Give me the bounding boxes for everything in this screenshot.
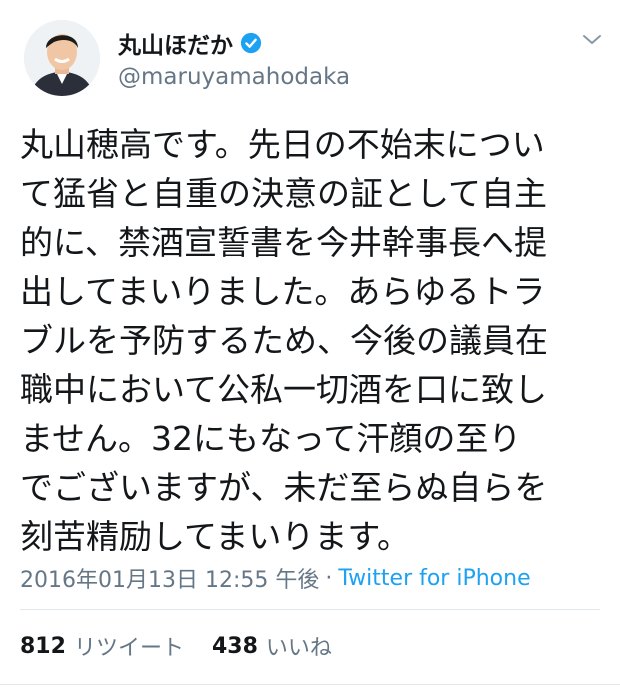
avatar[interactable]: [24, 20, 100, 96]
tweet-line: 丸山穂高です。先日の不始末につい: [20, 125, 545, 164]
chevron-down-icon[interactable]: [579, 28, 605, 50]
author-name-row: 丸山ほだか: [118, 26, 262, 60]
tweet-meta: 2016年01月13日 12:55 午後 · Twitter for iPhon…: [20, 562, 531, 594]
display-name[interactable]: 丸山ほだか: [118, 26, 233, 60]
tweet-line: て猛省と自重の決意の証として自主: [20, 174, 548, 213]
user-handle[interactable]: @maruyamahodaka: [118, 64, 350, 90]
retweet-count[interactable]: 812: [20, 634, 66, 659]
tweet-line: 刻苦精励してまいります。: [20, 517, 411, 556]
source-link[interactable]: Twitter for iPhone: [338, 566, 530, 591]
like-label[interactable]: いいね: [266, 630, 332, 662]
meta-separator: ·: [325, 565, 333, 591]
tweet-line: 的に、禁酒宣誓書を今井幹事長へ提: [20, 223, 548, 262]
divider: [20, 609, 600, 610]
bottom-divider: [0, 684, 620, 685]
tweet-line: 職中において公私一切酒を口に致し: [20, 370, 548, 409]
tweet-line: ません。32にもなって汗顔の至り: [20, 419, 522, 458]
tweet-line: でございますが、未だ至らぬ自らを: [20, 468, 548, 507]
retweet-label[interactable]: リツイート: [74, 630, 184, 662]
verified-badge-icon: [240, 32, 262, 54]
tweet-line: ブルを予防するため、今後の議員在: [20, 321, 548, 360]
tweet-line: 出してまいりました。あらゆるトラ: [20, 272, 546, 311]
avatar-image: [24, 20, 100, 96]
timestamp[interactable]: 2016年01月13日 12:55 午後: [20, 562, 319, 594]
tweet-stats: 812 リツイート 438 いいね: [20, 630, 332, 662]
tweet-text: 丸山穂高です。先日の不始末につい て猛省と自重の決意の証として自主 的に、禁酒宣…: [20, 120, 605, 561]
like-count[interactable]: 438: [212, 634, 258, 659]
